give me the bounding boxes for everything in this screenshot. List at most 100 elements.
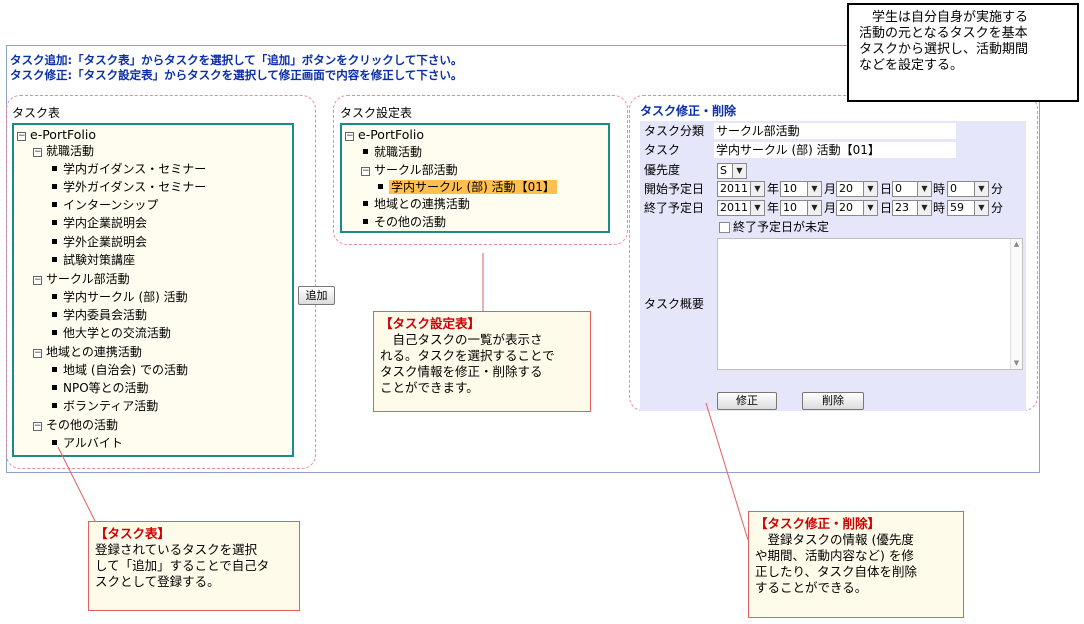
- summary-scrollbar[interactable]: ▲ ▼: [1010, 239, 1022, 369]
- tree-node-label: 就職活動: [374, 145, 423, 159]
- start-month-select[interactable]: 10 ▼: [780, 181, 822, 197]
- collapse-icon[interactable]: −: [17, 132, 26, 141]
- dropdown-arrow-icon: ▼: [863, 182, 877, 196]
- summary-textarea[interactable]: ▲ ▼: [717, 238, 1023, 370]
- edit-title: タスク修正・削除: [640, 104, 737, 118]
- bullet-icon: [52, 166, 57, 171]
- priority-value: S: [720, 164, 727, 177]
- collapse-icon[interactable]: −: [345, 132, 354, 141]
- instruction-modify: タスク修正:「タスク設定表」からタスクを選択して修正画面で内容を修正して下さい。: [10, 68, 463, 82]
- task-value: 学内サークル (部) 活動【01】: [714, 142, 956, 158]
- tree-node-label: 地域との連携活動: [374, 197, 470, 211]
- month-unit: 月: [824, 182, 837, 196]
- start-day-select[interactable]: 20 ▼: [836, 181, 878, 197]
- bullet-icon: [363, 219, 368, 224]
- tree-item-selected[interactable]: 学内サークル (部) 活動【01】: [378, 179, 557, 195]
- delete-button[interactable]: 削除: [802, 392, 864, 410]
- end-minute-select[interactable]: 59 ▼: [947, 200, 989, 216]
- tree-item[interactable]: 就職活動: [363, 144, 422, 160]
- end-undecided-checkbox[interactable]: [719, 222, 730, 233]
- tree-item[interactable]: NPO等との活動: [52, 380, 149, 396]
- dropdown-arrow-icon: ▼: [750, 201, 764, 215]
- end-year-select[interactable]: 2011 ▼: [717, 200, 765, 216]
- callout-line: することができる。: [755, 580, 868, 595]
- tree-item[interactable]: 学内企業説明会: [52, 215, 147, 231]
- callout-title: 【タスク表】: [95, 526, 171, 541]
- tree-category[interactable]: − 地域との連携活動: [33, 344, 142, 360]
- end-day-select[interactable]: 20 ▼: [836, 200, 878, 216]
- bullet-icon: [52, 257, 57, 262]
- tree-item[interactable]: アルバイト: [52, 435, 123, 451]
- tree-category[interactable]: − その他の活動: [33, 417, 118, 433]
- tree-item[interactable]: ボランティア活動: [52, 398, 158, 414]
- tree-node-label: 他大学との交流活動: [63, 326, 171, 340]
- callout-line: ことができます。: [380, 380, 479, 395]
- start-date-label: 開始予定日: [644, 182, 705, 196]
- callout-line: して「追加」することで自己タ: [95, 558, 270, 573]
- tree-item[interactable]: 他大学との交流活動: [52, 325, 171, 341]
- callout-line: れる。タスクを選択することで: [380, 348, 555, 363]
- callout-title: 【タスク設定表】: [380, 316, 481, 331]
- tree-category[interactable]: − サークル部活動: [361, 162, 458, 178]
- tree-root[interactable]: − e-PortFolio: [17, 127, 96, 143]
- end-month-select[interactable]: 10 ▼: [780, 200, 822, 216]
- bullet-icon: [52, 330, 57, 335]
- bullet-icon: [52, 312, 57, 317]
- tree-node-label: 学内サークル (部) 活動【01】: [389, 180, 557, 194]
- tree-item[interactable]: 学内ガイダンス・セミナー: [52, 161, 206, 177]
- add-button[interactable]: 追加: [298, 286, 335, 305]
- year-unit: 年: [767, 182, 780, 196]
- year-unit: 年: [767, 201, 780, 215]
- tree-root-label: e-PortFolio: [30, 127, 96, 142]
- tree-node-label: サークル部活動: [46, 272, 130, 286]
- end-year-value: 2011: [720, 201, 748, 214]
- tree-item[interactable]: 学外企業説明会: [52, 234, 147, 250]
- tree-item[interactable]: 地域との連携活動: [363, 196, 470, 212]
- collapse-icon[interactable]: −: [361, 167, 370, 176]
- start-year-select[interactable]: 2011 ▼: [717, 181, 765, 197]
- bullet-icon: [52, 385, 57, 390]
- instructions: タスク追加:「タスク表」からタスクを選択して「追加」ボタンをクリックして下さい。…: [10, 53, 462, 83]
- category-label: タスク分類: [644, 124, 705, 138]
- month-unit: 月: [824, 201, 837, 215]
- priority-select[interactable]: S ▼: [717, 163, 747, 179]
- tree-item[interactable]: 地域 (自治会) での活動: [52, 362, 188, 378]
- start-hour-select[interactable]: 0 ▼: [892, 181, 932, 197]
- dropdown-arrow-icon: ▼: [863, 201, 877, 215]
- tree-item[interactable]: その他の活動: [363, 214, 446, 230]
- scroll-down-icon[interactable]: ▼: [1011, 358, 1022, 369]
- minute-unit: 分: [991, 201, 1004, 215]
- note-line: などを設定する。: [859, 58, 964, 73]
- bullet-icon: [363, 201, 368, 206]
- tree-category[interactable]: − 就職活動: [33, 143, 94, 159]
- tree-category[interactable]: − サークル部活動: [33, 271, 130, 287]
- annotation-note: 学生は自分自身が実施する 活動の元となるタスクを基本 タスクから選択し、活動期間…: [847, 3, 1079, 102]
- tree-item[interactable]: インターンシップ: [52, 197, 158, 213]
- note-line: タスクから選択し、活動期間: [859, 42, 1029, 57]
- collapse-icon[interactable]: −: [33, 276, 42, 285]
- bullet-icon: [52, 367, 57, 372]
- bullet-icon: [52, 220, 57, 225]
- tree-node-label: 学外ガイダンス・セミナー: [63, 180, 207, 194]
- modify-button[interactable]: 修正: [717, 392, 777, 410]
- tree-node-label: 学外企業説明会: [63, 235, 148, 249]
- collapse-icon[interactable]: −: [33, 349, 42, 358]
- bullet-icon: [52, 403, 57, 408]
- tree-root[interactable]: − e-PortFolio: [345, 127, 424, 143]
- collapse-icon[interactable]: −: [33, 148, 42, 157]
- bullet-icon: [52, 294, 57, 299]
- tree-item[interactable]: 学外ガイダンス・セミナー: [52, 179, 206, 195]
- tree-item[interactable]: 学内サークル (部) 活動: [52, 289, 188, 305]
- task-settings-title: タスク設定表: [340, 106, 413, 120]
- tree-item[interactable]: 試験対策講座: [52, 252, 135, 268]
- dropdown-arrow-icon: ▼: [974, 182, 988, 196]
- end-hour-select[interactable]: 23 ▼: [892, 200, 932, 216]
- collapse-icon[interactable]: −: [33, 422, 42, 431]
- start-year-value: 2011: [720, 182, 748, 195]
- tree-node-label: その他の活動: [46, 418, 119, 432]
- tree-node-label: 学内委員会活動: [63, 308, 148, 322]
- start-minute-select[interactable]: 0 ▼: [947, 181, 989, 197]
- scroll-up-icon[interactable]: ▲: [1011, 239, 1022, 250]
- bullet-icon: [52, 184, 57, 189]
- tree-item[interactable]: 学内委員会活動: [52, 307, 147, 323]
